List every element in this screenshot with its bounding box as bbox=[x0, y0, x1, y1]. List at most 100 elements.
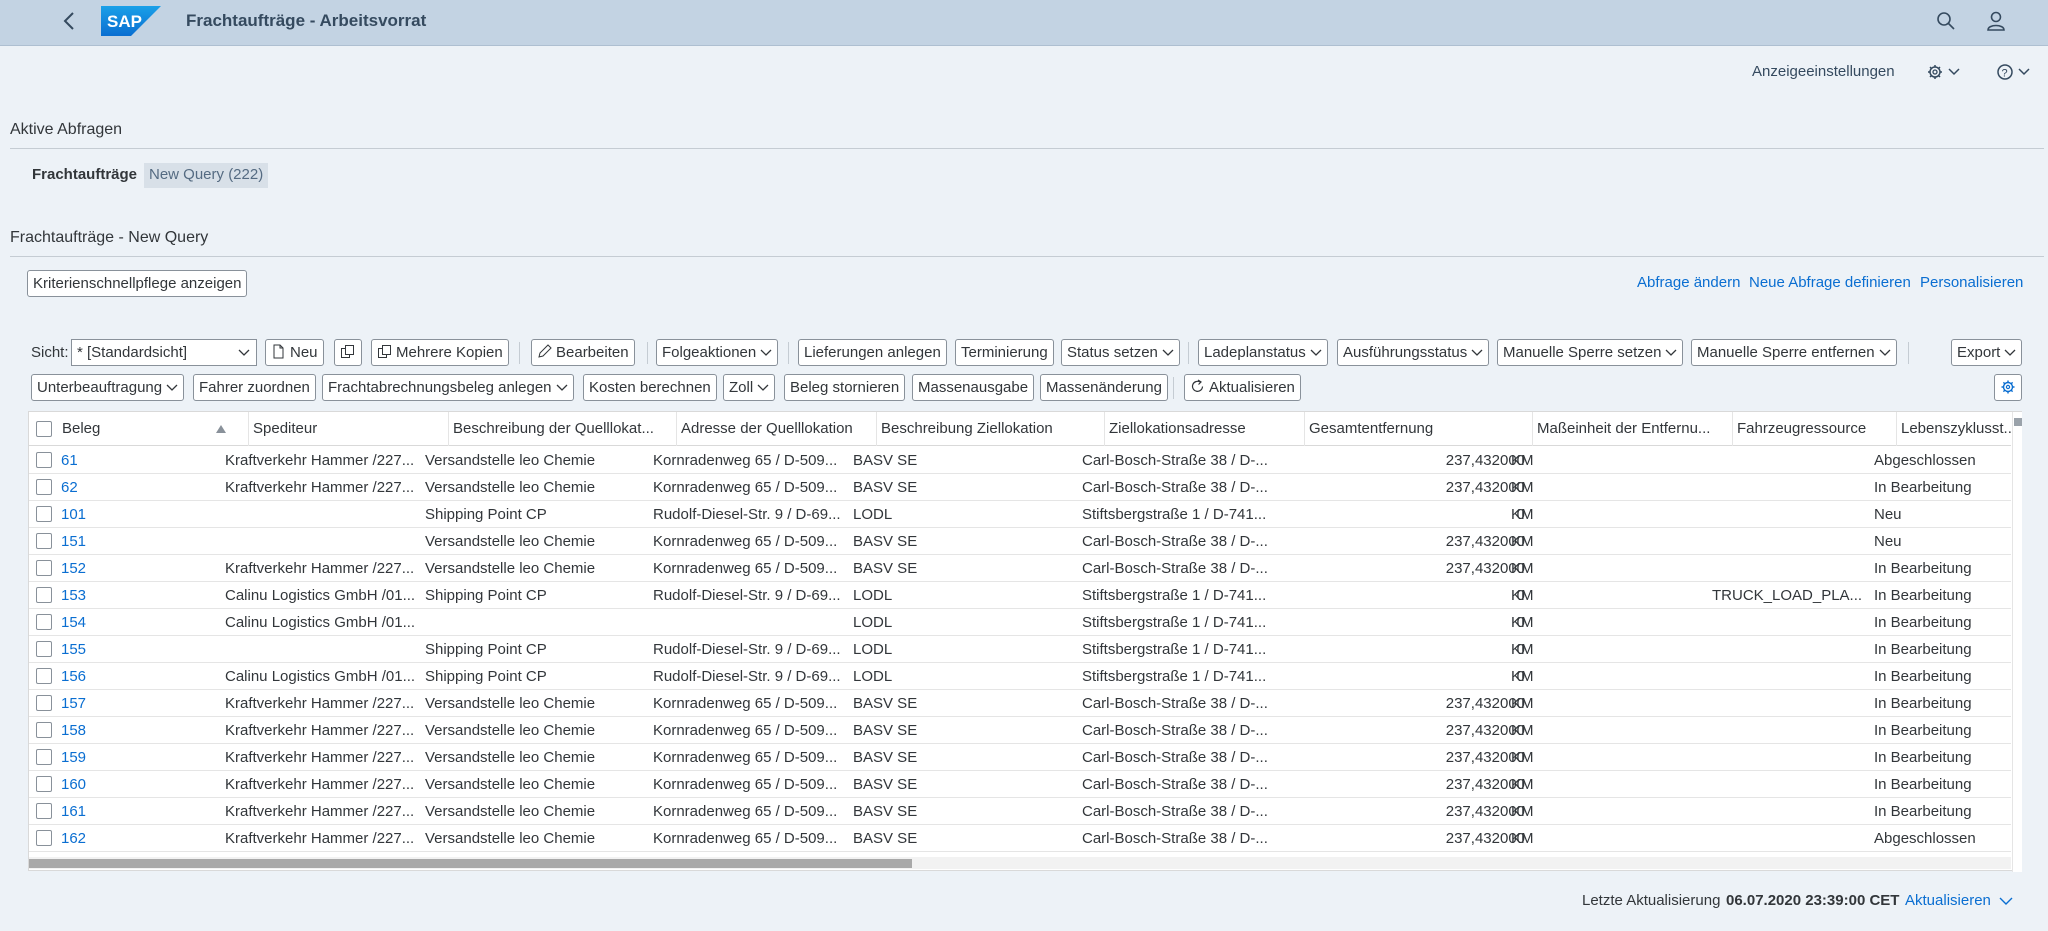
table-row[interactable]: 155 Shipping Point CP Rudolf-Diesel-Str. 9… bbox=[29, 636, 2011, 663]
copy-button[interactable] bbox=[334, 339, 362, 366]
search-icon[interactable] bbox=[1934, 9, 1958, 33]
scheduling-button[interactable]: Terminierung bbox=[955, 339, 1054, 366]
row-checkbox[interactable] bbox=[36, 803, 52, 819]
cell-spediteur: Kraftverkehr Hammer /227... bbox=[225, 722, 415, 739]
mass-output-button[interactable]: Massenausgabe bbox=[912, 374, 1035, 401]
back-icon[interactable] bbox=[58, 9, 82, 33]
column-header[interactable]: Beleg bbox=[58, 412, 249, 446]
calculate-costs-button[interactable]: Kosten berechnen bbox=[583, 374, 717, 401]
table-row[interactable]: 61 Kraftverkehr Hammer /227... Versandstel… bbox=[29, 447, 2011, 474]
row-checkbox[interactable] bbox=[36, 479, 52, 495]
footer-refresh-link[interactable]: Aktualisieren bbox=[1905, 892, 1991, 909]
cancel-document-button[interactable]: Beleg stornieren bbox=[784, 374, 906, 401]
row-checkbox[interactable] bbox=[36, 695, 52, 711]
cell-beleg[interactable]: 160 bbox=[61, 771, 221, 798]
criteria-button[interactable]: Kriterienschnellpflege anzeigen bbox=[27, 270, 248, 297]
cell-beleg[interactable]: 153 bbox=[61, 582, 221, 609]
query-chip[interactable]: New Query (222) bbox=[144, 163, 269, 188]
row-checkbox[interactable] bbox=[36, 506, 52, 522]
define-new-query-link[interactable]: Neue Abfrage definieren bbox=[1749, 274, 1911, 291]
table-row[interactable]: 152 Kraftverkehr Hammer /227... Versandste… bbox=[29, 555, 2011, 582]
scrollbar-thumb[interactable] bbox=[2014, 418, 2022, 426]
horizontal-scrollbar[interactable] bbox=[29, 857, 2011, 869]
table-row[interactable]: 154 Calinu Logistics GmbH /01... LODL Stift… bbox=[29, 609, 2011, 636]
set-manual-block-menu[interactable]: Manuelle Sperre setzen bbox=[1497, 339, 1684, 366]
row-checkbox[interactable] bbox=[36, 533, 52, 549]
table-row[interactable]: 158 Kraftverkehr Hammer /227... Versandste… bbox=[29, 717, 2011, 744]
column-header[interactable]: Lebenszyklusst... bbox=[1897, 412, 2011, 446]
row-checkbox[interactable] bbox=[36, 560, 52, 576]
sap-logo[interactable]: SAP bbox=[101, 6, 161, 36]
row-checkbox[interactable] bbox=[36, 830, 52, 846]
column-header[interactable]: Ziellokationsadresse bbox=[1105, 412, 1305, 446]
row-checkbox[interactable] bbox=[36, 587, 52, 603]
row-checkbox[interactable] bbox=[36, 668, 52, 684]
scrollbar-thumb[interactable] bbox=[29, 859, 912, 868]
assign-driver-button[interactable]: Fahrer zuordnen bbox=[193, 374, 316, 401]
column-header[interactable]: Fahrzeugressource bbox=[1733, 412, 1897, 446]
create-deliveries-button[interactable]: Lieferungen anlegen bbox=[798, 339, 947, 366]
customs-menu[interactable]: Zoll bbox=[723, 374, 776, 401]
row-checkbox[interactable] bbox=[36, 776, 52, 792]
vertical-scrollbar[interactable] bbox=[2012, 412, 2022, 872]
new-button[interactable]: Neu bbox=[265, 339, 324, 366]
display-settings-link[interactable]: Anzeigeeinstellungen bbox=[1752, 63, 1895, 80]
row-checkbox[interactable] bbox=[36, 452, 52, 468]
refresh-button[interactable]: Aktualisieren bbox=[1184, 374, 1301, 401]
column-header[interactable]: Gesamtentfernung bbox=[1305, 412, 1533, 446]
cell-beleg[interactable]: 161 bbox=[61, 798, 221, 825]
cell-beleg[interactable]: 158 bbox=[61, 717, 221, 744]
table-row[interactable]: 159 Kraftverkehr Hammer /227... Versandste… bbox=[29, 744, 2011, 771]
table-row[interactable]: 161 Kraftverkehr Hammer /227... Versandste… bbox=[29, 798, 2011, 825]
column-header[interactable]: Adresse der Quelllokation bbox=[677, 412, 877, 446]
cell-beleg[interactable]: 61 bbox=[61, 447, 221, 474]
table-row[interactable]: 156 Calinu Logistics GmbH /01... Shipping … bbox=[29, 663, 2011, 690]
cell-beleg[interactable]: 162 bbox=[61, 825, 221, 852]
table-row[interactable]: 160 Kraftverkehr Hammer /227... Versandste… bbox=[29, 771, 2011, 798]
column-header[interactable]: Spediteur bbox=[249, 412, 449, 446]
loading-plan-status-menu[interactable]: Ladeplanstatus bbox=[1198, 339, 1328, 366]
help-menu[interactable]: ? bbox=[1996, 61, 2036, 83]
row-checkbox[interactable] bbox=[36, 722, 52, 738]
cell-beleg[interactable]: 159 bbox=[61, 744, 221, 771]
table-row[interactable]: 101 Shipping Point CP Rudolf-Diesel-Str. 9… bbox=[29, 501, 2011, 528]
table-row[interactable]: 153 Calinu Logistics GmbH /01... Shipping … bbox=[29, 582, 2011, 609]
set-status-menu[interactable]: Status setzen bbox=[1061, 339, 1180, 366]
subcontracting-menu[interactable]: Unterbeauftragung bbox=[31, 374, 185, 401]
user-icon[interactable] bbox=[1984, 9, 2008, 33]
cell-beleg[interactable]: 152 bbox=[61, 555, 221, 582]
cell-beleg[interactable]: 101 bbox=[61, 501, 221, 528]
settings-menu[interactable] bbox=[1926, 61, 1966, 83]
column-header[interactable]: Beschreibung Ziellokation bbox=[877, 412, 1105, 446]
table-row[interactable]: 62 Kraftverkehr Hammer /227... Versandstel… bbox=[29, 474, 2011, 501]
svg-text:?: ? bbox=[2002, 68, 2008, 80]
table-row[interactable]: 157 Kraftverkehr Hammer /227... Versandste… bbox=[29, 690, 2011, 717]
create-freight-settlement-menu[interactable]: Frachtabrechnungsbeleg anlegen bbox=[322, 374, 574, 401]
cell-beleg[interactable]: 154 bbox=[61, 609, 221, 636]
mass-change-button[interactable]: Massenänderung bbox=[1040, 374, 1168, 401]
select-all-checkbox[interactable] bbox=[36, 421, 52, 437]
cell-beleg[interactable]: 155 bbox=[61, 636, 221, 663]
multiple-copies-button[interactable]: Mehrere Kopien bbox=[371, 339, 509, 366]
cell-beleg[interactable]: 62 bbox=[61, 474, 221, 501]
cell-beleg[interactable]: 156 bbox=[61, 663, 221, 690]
follow-actions-menu[interactable]: Folgeaktionen bbox=[656, 339, 779, 366]
export-menu[interactable]: Export bbox=[1951, 339, 2023, 366]
personalize-link[interactable]: Personalisieren bbox=[1920, 274, 2023, 291]
edit-button[interactable]: Bearbeiten bbox=[531, 339, 635, 366]
cell-beleg[interactable]: 157 bbox=[61, 690, 221, 717]
change-query-link[interactable]: Abfrage ändern bbox=[1637, 274, 1740, 291]
column-header[interactable]: Maßeinheit der Entfernu... bbox=[1533, 412, 1733, 446]
view-select[interactable]: * [Standardsicht] bbox=[71, 339, 257, 366]
row-checkbox[interactable] bbox=[36, 614, 52, 630]
chevron-down-icon[interactable] bbox=[1999, 896, 2013, 906]
table-settings-button[interactable] bbox=[1994, 374, 2022, 401]
remove-manual-block-menu[interactable]: Manuelle Sperre entfernen bbox=[1691, 339, 1897, 366]
cell-beleg[interactable]: 151 bbox=[61, 528, 221, 555]
row-checkbox[interactable] bbox=[36, 641, 52, 657]
table-row[interactable]: 162 Kraftverkehr Hammer /227... Versandste… bbox=[29, 825, 2011, 852]
row-checkbox[interactable] bbox=[36, 749, 52, 765]
table-row[interactable]: 151 Versandstelle leo Chemie Kornradenweg … bbox=[29, 528, 2011, 555]
column-header[interactable]: Beschreibung der Quelllokat... bbox=[449, 412, 677, 446]
execution-status-menu[interactable]: Ausführungsstatus bbox=[1337, 339, 1490, 366]
